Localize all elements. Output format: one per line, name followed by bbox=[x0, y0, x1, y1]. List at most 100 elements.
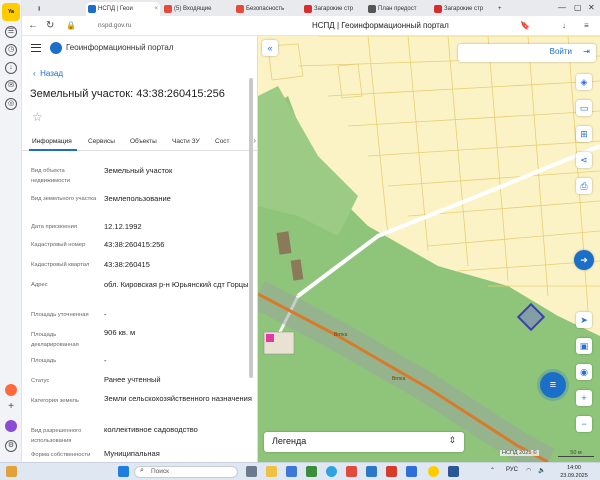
chat-button[interactable]: ≡ bbox=[540, 372, 566, 398]
bookmark-icon[interactable]: 🔖 bbox=[520, 19, 530, 33]
zoom-out-button[interactable]: − bbox=[576, 416, 592, 432]
messenger-icon[interactable]: ◎ bbox=[5, 98, 17, 110]
attr-label: Вид объекта недвижимости bbox=[31, 168, 71, 184]
back-label: Назад bbox=[40, 69, 64, 78]
store-icon[interactable] bbox=[286, 466, 297, 477]
locate-button[interactable]: ➤ bbox=[576, 312, 592, 328]
panel-scrollbar[interactable] bbox=[249, 78, 253, 378]
tab-menu-icon[interactable]: ▣ bbox=[26, 2, 40, 16]
close-tab-icon[interactable]: × bbox=[154, 2, 158, 16]
clock[interactable]: 14:00 23.09.2025 bbox=[556, 464, 592, 480]
yandex-logo[interactable]: Ya bbox=[2, 3, 20, 21]
tab-parts[interactable]: Части ЗУ bbox=[172, 138, 200, 145]
gosuslugi-button[interactable]: ➜ bbox=[574, 250, 594, 270]
app-dark-icon[interactable] bbox=[448, 466, 459, 477]
geolocation-button[interactable]: ◉ bbox=[576, 364, 592, 380]
settings-icon[interactable]: ⚙ bbox=[5, 440, 17, 452]
language-indicator[interactable]: РУС bbox=[506, 467, 518, 473]
alice-icon[interactable] bbox=[5, 384, 17, 396]
tab-inbox[interactable]: (5) Входящие bbox=[162, 2, 232, 16]
parcel-heading: Земельный участок: 43:38:260415:256 bbox=[30, 88, 225, 100]
portal-title: Геоинформационный портал bbox=[66, 43, 174, 52]
attr-label: Площадь bbox=[31, 358, 57, 364]
tab-services[interactable]: Сервисы bbox=[88, 138, 115, 145]
yandex-browser-icon[interactable] bbox=[428, 466, 439, 477]
add-icon[interactable]: + bbox=[5, 402, 17, 414]
tab-information[interactable]: Информация bbox=[32, 138, 72, 145]
volume-icon[interactable]: 🔈 bbox=[538, 467, 545, 474]
login-button[interactable]: Войти ⇥ bbox=[458, 44, 596, 62]
downloads-icon[interactable]: ↓ bbox=[5, 62, 17, 74]
back-link[interactable]: ‹ Назад bbox=[33, 69, 63, 78]
lock-icon[interactable]: 🔒 bbox=[66, 19, 76, 33]
youtube-favicon-icon bbox=[434, 5, 442, 13]
back-icon[interactable]: ← bbox=[28, 19, 38, 33]
select-area-button[interactable]: ⊞ bbox=[576, 126, 592, 142]
tab-title: (5) Входящие bbox=[174, 6, 212, 12]
weather-icon[interactable] bbox=[6, 466, 17, 477]
tab-title: Загарокие стр bbox=[444, 6, 484, 12]
app-icon[interactable] bbox=[306, 466, 317, 477]
map-canvas bbox=[258, 36, 600, 462]
attr-value: Муниципальная bbox=[104, 449, 160, 458]
bookmarks-icon[interactable]: ☰ bbox=[5, 26, 17, 38]
tab-security[interactable]: Безопасность bbox=[234, 2, 300, 16]
favorite-star-icon[interactable]: ☆ bbox=[32, 110, 43, 124]
edge-icon[interactable] bbox=[326, 466, 337, 477]
layers-button[interactable]: ◈ bbox=[576, 74, 592, 90]
tray-expand-icon[interactable]: ⌃ bbox=[490, 467, 495, 474]
close-window-icon[interactable]: ✕ bbox=[588, 0, 595, 16]
attr-label: Кадастровый номер bbox=[31, 242, 86, 248]
menu-icon[interactable] bbox=[31, 44, 41, 52]
doc-favicon-icon bbox=[368, 5, 376, 13]
app-red-icon[interactable] bbox=[346, 466, 357, 477]
attr-value: - bbox=[104, 310, 107, 319]
taskbar-search[interactable]: ⌕ Поиск bbox=[134, 466, 238, 478]
measure-button[interactable]: ▭ bbox=[576, 100, 592, 116]
tab-favicon-icon bbox=[88, 5, 96, 13]
wifi-icon[interactable]: ◠ bbox=[526, 467, 531, 474]
start-button-icon[interactable] bbox=[118, 466, 129, 477]
copyright: НСПД 2025 © bbox=[500, 450, 539, 456]
profile-icon[interactable] bbox=[5, 420, 17, 432]
tab-foreign-2[interactable]: Загарокие стр bbox=[432, 2, 494, 16]
tab-active[interactable]: НСПД | Геои × bbox=[86, 2, 160, 16]
collapse-panel-button[interactable]: « bbox=[262, 40, 278, 56]
reload-icon[interactable]: ↻ bbox=[46, 19, 54, 33]
info-panel: Геоинформационный портал ‹ Назад Земельн… bbox=[22, 36, 258, 462]
app-blue-icon[interactable] bbox=[366, 466, 377, 477]
attr-value: обл. Кировская р-н Юрьянский сдт Горцы bbox=[104, 280, 249, 289]
mail-icon[interactable]: ✉ bbox=[5, 80, 17, 92]
download-icon[interactable]: ↓ bbox=[562, 19, 566, 33]
task-view-icon[interactable] bbox=[246, 466, 257, 477]
attr-label: Дата присвоения bbox=[31, 224, 77, 230]
url-field[interactable]: nspd.gov.ru НСПД | Геоинформационный пор… bbox=[92, 19, 572, 33]
new-tab-button[interactable]: + bbox=[496, 2, 508, 16]
attr-value: - bbox=[104, 356, 107, 365]
active-tab-underline bbox=[29, 149, 77, 151]
security-favicon-icon bbox=[236, 5, 244, 13]
extensions-icon[interactable]: ≡ bbox=[584, 19, 589, 33]
cadastral-map[interactable]: Вятка Вятка « Войти ⇥ ◈ ▭ ⊞ ⋖ ⎙ ➜ ➤ ▣ ◉ … bbox=[258, 36, 600, 462]
file-explorer-icon[interactable] bbox=[266, 466, 277, 477]
tab-title: Безопасность bbox=[246, 6, 285, 12]
print-button[interactable]: ⎙ bbox=[576, 178, 592, 194]
history-icon[interactable]: ◷ bbox=[5, 44, 17, 56]
attr-label: Вид разрешенного использования bbox=[31, 428, 82, 444]
share-button[interactable]: ⋖ bbox=[576, 152, 592, 168]
app-orange-icon[interactable] bbox=[386, 466, 397, 477]
tab-foreign-1[interactable]: Загарокие стр bbox=[302, 2, 364, 16]
map-mode-button[interactable]: ▣ bbox=[576, 338, 592, 354]
zoom-in-button[interactable]: + bbox=[576, 390, 592, 406]
maximize-icon[interactable]: ▢ bbox=[574, 0, 582, 16]
tab-objects[interactable]: Объекты bbox=[130, 138, 157, 145]
tab-composition[interactable]: Сост bbox=[215, 138, 230, 145]
legend-dropdown[interactable]: Легенда ⇕ bbox=[264, 432, 464, 452]
minimize-icon[interactable]: — bbox=[558, 0, 566, 16]
app-word-icon[interactable] bbox=[406, 466, 417, 477]
tabs-scroll-icon[interactable]: › bbox=[253, 136, 256, 145]
tab-bar: ▣ НСПД | Геои × (5) Входящие Безопасност… bbox=[22, 0, 600, 16]
tab-plan[interactable]: План предост bbox=[366, 2, 430, 16]
page-title: НСПД | Геоинформационный портал bbox=[312, 21, 449, 30]
panel-header: Геоинформационный портал bbox=[22, 36, 257, 60]
